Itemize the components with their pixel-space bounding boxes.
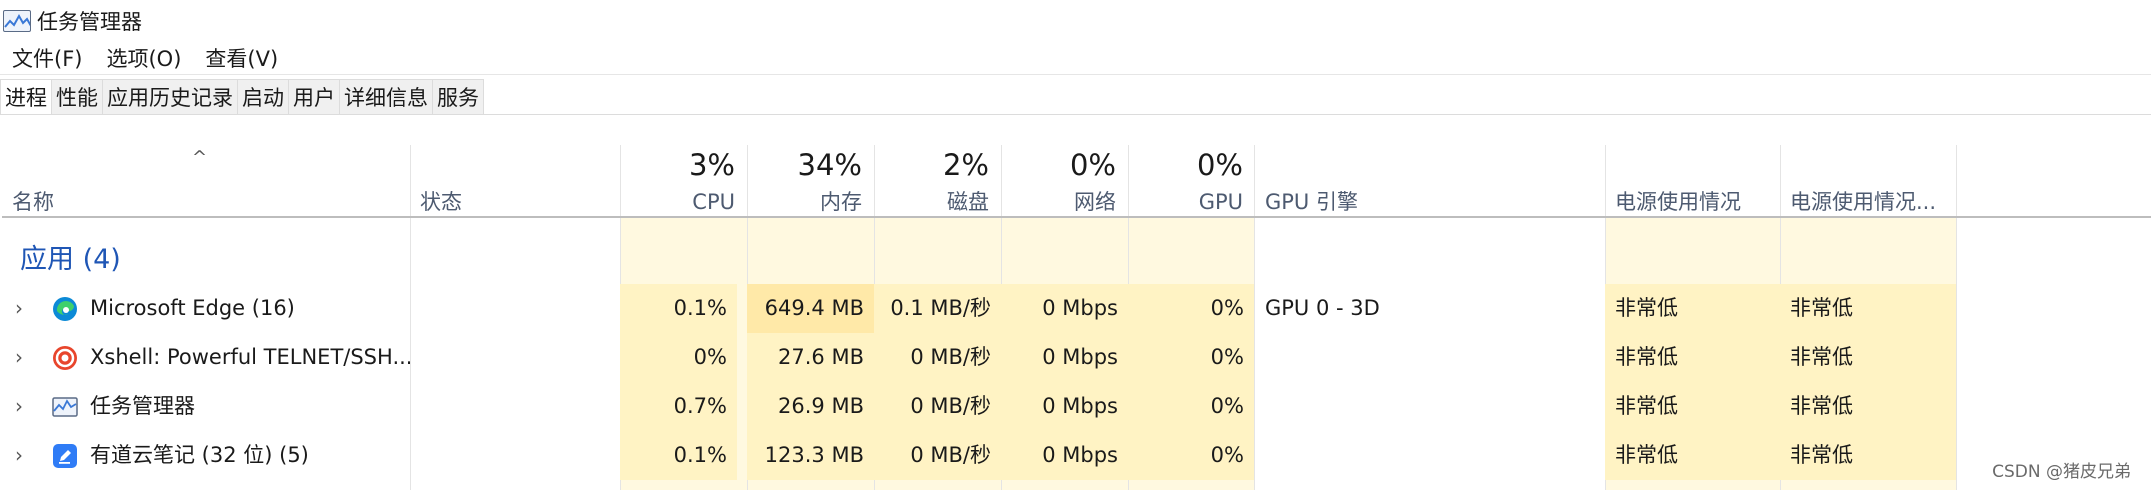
memory-value: 26.9 MB — [747, 382, 874, 431]
column-header-gpu-engine[interactable]: GPU 引擎 — [1265, 185, 1595, 219]
gpu-engine-value — [1265, 333, 1595, 382]
table-row[interactable]: › Xshell: Powerful TELNET/SSH... 0% 27.6… — [2, 333, 2151, 382]
memory-total-value[interactable]: 34% — [747, 145, 862, 185]
group-title-apps[interactable]: 应用 (4) — [20, 237, 121, 276]
task-manager-icon — [3, 10, 31, 32]
tab-performance[interactable]: 性能 — [52, 79, 103, 115]
tab-users[interactable]: 用户 — [289, 79, 340, 115]
menu-view[interactable]: 查看(V) — [205, 43, 278, 73]
disk-value: 0.1 MB/秒 — [874, 284, 1001, 333]
disk-total-value[interactable]: 2% — [874, 145, 989, 185]
title-bar: 任务管理器 — [0, 0, 2151, 42]
table-row[interactable]: › 任务管理器 0.7% 26.9 MB 0 MB/秒 0 Mbps 0% 非常… — [2, 382, 2151, 431]
process-name: 有道云笔记 (32 位) (5) — [90, 443, 309, 467]
tab-processes[interactable]: 进程 — [0, 79, 52, 115]
chevron-right-icon[interactable]: › — [15, 431, 23, 480]
cpu-value: 0.1% — [620, 284, 737, 333]
xshell-icon — [53, 346, 77, 370]
network-value: 0 Mbps — [1001, 431, 1128, 480]
gpu-engine-value: GPU 0 - 3D — [1265, 296, 1380, 320]
process-name: 任务管理器 — [90, 394, 195, 418]
tab-app-history[interactable]: 应用历史记录 — [103, 79, 238, 115]
gpu-engine-value — [1265, 431, 1595, 480]
youdao-note-icon — [53, 444, 77, 468]
power-value: 非常低 — [1605, 333, 1780, 382]
memory-value: 649.4 MB — [747, 284, 874, 333]
power-value: 非常低 — [1605, 431, 1780, 480]
network-value: 0 Mbps — [1001, 284, 1128, 333]
column-header-network[interactable]: 网络 — [1001, 185, 1116, 219]
power-trend-value: 非常低 — [1780, 382, 1956, 431]
gpu-value: 0% — [1128, 284, 1254, 333]
disk-value: 0 MB/秒 — [874, 333, 1001, 382]
column-header-power[interactable]: 电源使用情况 — [1615, 185, 1775, 219]
process-name: Microsoft Edge (16) — [90, 296, 295, 320]
cpu-value: 0% — [620, 333, 737, 382]
menu-divider — [0, 74, 2151, 75]
cpu-total-value[interactable]: 3% — [620, 145, 735, 185]
disk-value: 0 MB/秒 — [874, 382, 1001, 431]
menu-file[interactable]: 文件(F) — [12, 43, 82, 73]
column-header-gpu[interactable]: GPU — [1128, 185, 1243, 219]
tab-bar: 进程 性能 应用历史记录 启动 用户 详细信息 服务 — [0, 79, 484, 115]
process-table: ^ 名称 状态 3% CPU 34% 内存 2% 磁盘 0% 网络 0% GPU… — [2, 145, 2151, 490]
process-name: Xshell: Powerful TELNET/SSH... — [90, 345, 410, 369]
tab-services[interactable]: 服务 — [433, 79, 484, 115]
power-value: 非常低 — [1605, 284, 1780, 333]
header-divider — [2, 216, 2151, 218]
task-manager-icon — [52, 397, 78, 417]
chevron-right-icon[interactable]: › — [15, 382, 23, 431]
tab-details[interactable]: 详细信息 — [340, 79, 433, 115]
tab-divider — [0, 114, 2151, 115]
window-title: 任务管理器 — [37, 10, 142, 34]
column-header-cpu[interactable]: CPU — [620, 185, 735, 219]
memory-value: 123.3 MB — [747, 431, 874, 480]
table-row[interactable]: › Microsoft Edge (16) 0.1% 649.4 MB 0.1 … — [2, 284, 2151, 333]
network-total-value[interactable]: 0% — [1001, 145, 1116, 185]
memory-value: 27.6 MB — [747, 333, 874, 382]
cpu-value: 0.1% — [620, 431, 737, 480]
network-value: 0 Mbps — [1001, 382, 1128, 431]
gpu-value: 0% — [1128, 431, 1254, 480]
power-trend-value: 非常低 — [1780, 333, 1956, 382]
disk-value: 0 MB/秒 — [874, 431, 1001, 480]
column-header-power-trend[interactable]: 电源使用情况... — [1790, 185, 1950, 219]
gpu-engine-value — [1265, 382, 1595, 431]
column-header-memory[interactable]: 内存 — [747, 185, 862, 219]
power-value: 非常低 — [1605, 382, 1780, 431]
power-trend-value: 非常低 — [1780, 431, 1956, 480]
menu-bar: 文件(F) 选项(O) 查看(V) — [0, 42, 290, 74]
column-header-status[interactable]: 状态 — [420, 185, 610, 219]
table-row[interactable]: › 有道云笔记 (32 位) (5) 0.1% 123.3 MB 0 MB/秒 … — [2, 431, 2151, 480]
tab-startup[interactable]: 启动 — [238, 79, 289, 115]
edge-icon — [53, 297, 77, 321]
gpu-total-value[interactable]: 0% — [1128, 145, 1243, 185]
menu-options[interactable]: 选项(O) — [106, 43, 181, 73]
power-trend-value: 非常低 — [1780, 284, 1956, 333]
gpu-value: 0% — [1128, 333, 1254, 382]
chevron-right-icon[interactable]: › — [15, 284, 23, 333]
chevron-right-icon[interactable]: › — [15, 333, 23, 382]
sort-ascending-icon[interactable]: ^ — [192, 147, 207, 168]
column-header-disk[interactable]: 磁盘 — [874, 185, 989, 219]
column-header-name[interactable]: 名称 — [12, 185, 402, 219]
cpu-value: 0.7% — [620, 382, 737, 431]
gpu-value: 0% — [1128, 382, 1254, 431]
network-value: 0 Mbps — [1001, 333, 1128, 382]
watermark: CSDN @猪皮兄弟 — [1992, 462, 2131, 482]
